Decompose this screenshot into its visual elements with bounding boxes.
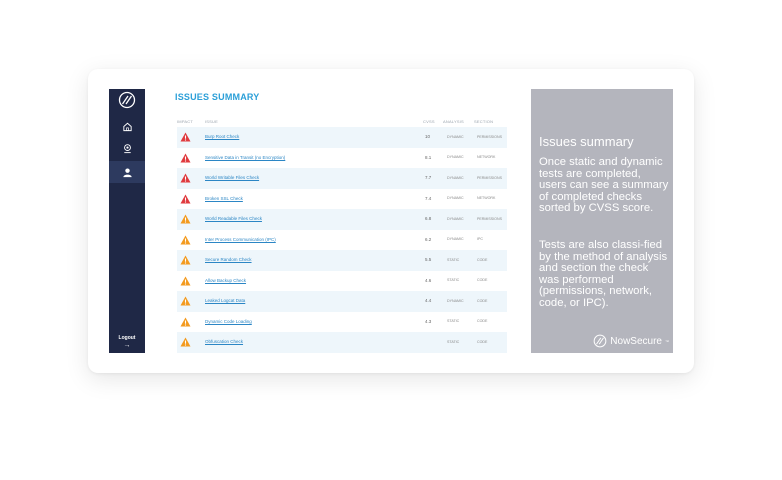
issue-link[interactable]: Leaked Logcat Data bbox=[205, 298, 245, 303]
issue-link[interactable]: Sensitive Data in Transit (no Encryption… bbox=[205, 155, 285, 160]
logout-button[interactable]: Logout → bbox=[109, 335, 145, 349]
panel-paragraph-1: Once static and dynamic tests are comple… bbox=[539, 156, 669, 214]
section-type: PERMISSIONS bbox=[477, 175, 502, 180]
analysis-type: DYNAMIC bbox=[447, 237, 464, 241]
section-type: PERMISSIONS bbox=[477, 134, 502, 139]
panel-paragraph-2: Tests are also classi-fied by the method… bbox=[539, 239, 668, 309]
section-type: CODE bbox=[477, 298, 488, 303]
table-row[interactable]: Secure Random Check 5.5 STATIC CODE bbox=[177, 250, 507, 271]
analysis-type: STATIC bbox=[447, 339, 460, 344]
column-cvss: CVSS bbox=[423, 119, 435, 124]
section-type: CODE bbox=[477, 339, 488, 344]
issue-link[interactable]: World Writable Files Check bbox=[205, 175, 259, 180]
brand-trademark: ™ bbox=[665, 338, 669, 344]
analysis-type: STATIC bbox=[447, 278, 460, 282]
section-type: NETWORK bbox=[477, 196, 496, 200]
section-type: IPC bbox=[477, 237, 483, 241]
analysis-type: DYNAMIC bbox=[447, 155, 464, 159]
issue-link[interactable]: Allow Backup Check bbox=[205, 278, 246, 283]
user-icon bbox=[122, 167, 132, 177]
logout-label: Logout bbox=[118, 335, 136, 341]
warning-icon bbox=[180, 316, 191, 327]
table-header: IMPACT ISSUE CVSS ANALYSIS SECTION bbox=[177, 119, 507, 127]
main-content: ISSUES SUMMARY IMPACT ISSUE CVSS ANALYSI… bbox=[145, 89, 555, 353]
section-type: CODE bbox=[477, 257, 488, 262]
analysis-type: STATIC bbox=[447, 319, 460, 323]
issue-link[interactable]: World Readable Files Check bbox=[205, 216, 262, 221]
warning-icon bbox=[180, 275, 191, 286]
sidebar: Logout → bbox=[109, 89, 145, 353]
cvss-score: 7.4 bbox=[425, 195, 432, 201]
warning-icon bbox=[180, 193, 191, 204]
description-panel: Issues summary Once static and dynamic t… bbox=[531, 89, 673, 353]
issue-link[interactable]: Burp Root Check bbox=[205, 134, 239, 139]
table-row[interactable]: Dynamic Code Loading 4.3 STATIC CODE bbox=[177, 312, 507, 333]
issue-link[interactable]: Secure Random Check bbox=[205, 257, 252, 262]
brand-logo: NowSecure ™ bbox=[593, 334, 669, 348]
column-issue: ISSUE bbox=[205, 119, 219, 124]
warning-icon bbox=[180, 152, 191, 163]
analysis-type: DYNAMIC bbox=[447, 134, 464, 139]
issue-link[interactable]: Broken SSL Check bbox=[205, 196, 243, 201]
column-analysis: ANALYSIS bbox=[443, 119, 464, 124]
table-row[interactable]: Burp Root Check 10 DYNAMIC PERMISSIONS bbox=[177, 127, 507, 148]
warning-icon bbox=[180, 214, 191, 224]
nav-home[interactable] bbox=[109, 115, 145, 137]
issue-link[interactable]: Obfuscation Check bbox=[205, 339, 243, 344]
cvss-score: 4.4 bbox=[425, 298, 432, 303]
section-type: CODE bbox=[477, 278, 488, 282]
panel-heading: Issues summary bbox=[539, 134, 634, 149]
app-logo[interactable] bbox=[109, 89, 145, 111]
section-type: NETWORK bbox=[477, 155, 496, 159]
cvss-score: 10 bbox=[425, 134, 431, 139]
analysis-type: STATIC bbox=[447, 257, 460, 262]
page-title: ISSUES SUMMARY bbox=[175, 92, 260, 102]
table-row[interactable]: Broken SSL Check 7.4 DYNAMIC NETWORK bbox=[177, 189, 507, 210]
nowsecure-logo-icon bbox=[118, 91, 136, 109]
table-row[interactable]: Sensitive Data in Transit (no Encryption… bbox=[177, 148, 507, 169]
analysis-type: DYNAMIC bbox=[447, 196, 464, 200]
table-row[interactable]: Allow Backup Check 4.6 STATIC CODE bbox=[177, 271, 507, 292]
warning-icon bbox=[180, 173, 191, 183]
analysis-type: DYNAMIC bbox=[447, 175, 464, 180]
cvss-score: 7.7 bbox=[425, 175, 432, 180]
table-row[interactable]: World Writable Files Check 7.7 DYNAMIC PERM… bbox=[177, 168, 507, 189]
table-row[interactable]: Obfuscation Check STATIC CODE bbox=[177, 332, 507, 353]
logout-arrow-icon: → bbox=[123, 342, 131, 349]
issue-link[interactable]: Dynamic Code Loading bbox=[205, 319, 252, 324]
app-window: Logout → ISSUES SUMMARY IMPACT ISSUE CVS… bbox=[109, 89, 673, 353]
table-row[interactable]: World Readable Files Check 6.8 DYNAMIC PERM… bbox=[177, 209, 507, 230]
analysis-type: DYNAMIC bbox=[447, 216, 464, 221]
cvss-score: 8.1 bbox=[425, 154, 432, 160]
section-type: PERMISSIONS bbox=[477, 216, 502, 221]
cvss-score: 6.2 bbox=[425, 236, 432, 242]
column-section: SECTION bbox=[474, 119, 494, 124]
issue-link[interactable]: Inter Process Communication (IPC) bbox=[205, 237, 276, 242]
warning-icon bbox=[180, 296, 191, 306]
warning-icon bbox=[180, 132, 191, 142]
analysis-type: DYNAMIC bbox=[447, 298, 464, 303]
nav-scan[interactable] bbox=[109, 137, 145, 159]
nowsecure-logo-icon bbox=[593, 334, 607, 348]
cvss-score: 6.8 bbox=[425, 216, 432, 221]
scan-icon bbox=[123, 143, 131, 153]
cvss-score: 4.3 bbox=[425, 318, 432, 324]
table-row[interactable]: Inter Process Communication (IPC) 6.2 DYNA… bbox=[177, 230, 507, 251]
column-impact: IMPACT bbox=[177, 119, 194, 124]
table-row[interactable]: Leaked Logcat Data 4.4 DYNAMIC CODE bbox=[177, 291, 507, 312]
cvss-score: 4.6 bbox=[425, 277, 432, 283]
nav-user[interactable] bbox=[109, 161, 145, 183]
warning-icon bbox=[180, 255, 191, 265]
cvss-score: 5.5 bbox=[425, 257, 432, 262]
issues-table: Burp Root Check 10 DYNAMIC PERMISSIONS Sensi… bbox=[177, 127, 507, 353]
warning-icon bbox=[180, 337, 191, 347]
warning-icon bbox=[180, 234, 191, 245]
home-icon bbox=[122, 122, 132, 131]
brand-name: NowSecure bbox=[610, 335, 662, 347]
section-type: CODE bbox=[477, 319, 488, 323]
